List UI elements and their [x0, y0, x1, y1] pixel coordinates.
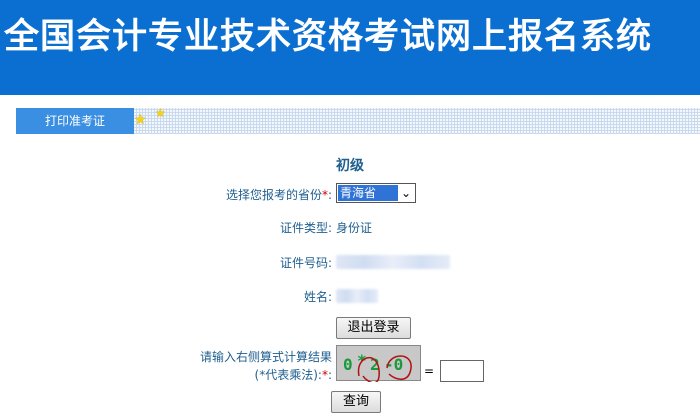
name-redacted [336, 289, 378, 303]
province-colon: : [327, 188, 332, 202]
province-select[interactable]: 青海省 ⌄ [336, 183, 416, 203]
header-banner: 全国会计专业技术资格考试网上报名系统 [0, 0, 700, 95]
captcha-image: 0 * 2 -0 [336, 345, 421, 382]
captcha-label-line2-group: (*代表乘法):*: [190, 366, 332, 383]
captcha-label-line1: 请输入右侧算式计算结果 [199, 350, 332, 364]
captcha-colon: : [327, 368, 332, 382]
captcha-answer-input[interactable] [440, 360, 484, 382]
province-selected-value: 青海省 [338, 185, 398, 201]
star-icon: ★ [134, 112, 147, 128]
id-type-value: 身份证 [336, 221, 373, 235]
tab-bar: 打印准考证 [16, 108, 700, 134]
equals-sign: = [424, 364, 435, 378]
province-label: 选择您报考的省份 [225, 188, 322, 202]
exam-level-heading: 初级 [336, 158, 364, 174]
query-button[interactable]: 查询 [331, 391, 381, 413]
page-title: 全国会计专业技术资格考试网上报名系统 [4, 17, 653, 57]
province-label-group: 选择您报考的省份*: [180, 186, 332, 203]
name-label: 姓名: [303, 290, 332, 304]
id-number-redacted [336, 255, 450, 269]
captcha-noise [357, 355, 412, 382]
chevron-down-icon[interactable]: ⌄ [397, 184, 415, 202]
id-type-label: 证件类型: [279, 221, 332, 235]
tab-print-admission-ticket[interactable]: 打印准考证 [16, 108, 134, 134]
star-icon: ★ [155, 106, 166, 120]
logout-button[interactable]: 退出登录 [336, 317, 411, 339]
captcha-label-line2: (*代表乘法): [254, 368, 322, 382]
id-number-label: 证件号码: [279, 256, 332, 270]
